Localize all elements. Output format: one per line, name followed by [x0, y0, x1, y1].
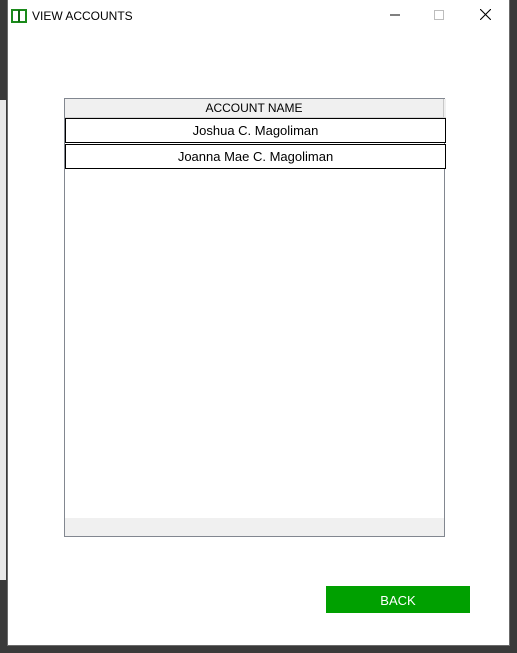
- minimize-button[interactable]: [372, 0, 418, 32]
- column-header-account-name[interactable]: ACCOUNT NAME: [65, 99, 444, 117]
- minimize-icon: [390, 7, 400, 25]
- table-header: ACCOUNT NAME: [65, 99, 446, 118]
- table-row[interactable]: Joanna Mae C. Magoliman: [65, 144, 446, 169]
- maximize-icon: [434, 7, 444, 25]
- close-icon: [479, 7, 491, 25]
- book-icon: [11, 9, 27, 23]
- horizontal-scrollbar[interactable]: [65, 518, 444, 536]
- window-title: VIEW ACCOUNTS: [32, 9, 133, 23]
- title-bar[interactable]: VIEW ACCOUNTS: [8, 0, 509, 32]
- view-accounts-window: VIEW ACCOUNTS ACCOUNT NAME Joshua C. Mag…: [8, 0, 509, 645]
- background-window-edge: [0, 100, 6, 580]
- back-button[interactable]: BACK: [326, 586, 470, 613]
- table-row[interactable]: Joshua C. Magoliman: [65, 118, 446, 143]
- close-button[interactable]: [462, 0, 508, 32]
- accounts-table[interactable]: ACCOUNT NAME Joshua C. Magoliman Joanna …: [64, 98, 446, 537]
- maximize-button[interactable]: [416, 0, 462, 32]
